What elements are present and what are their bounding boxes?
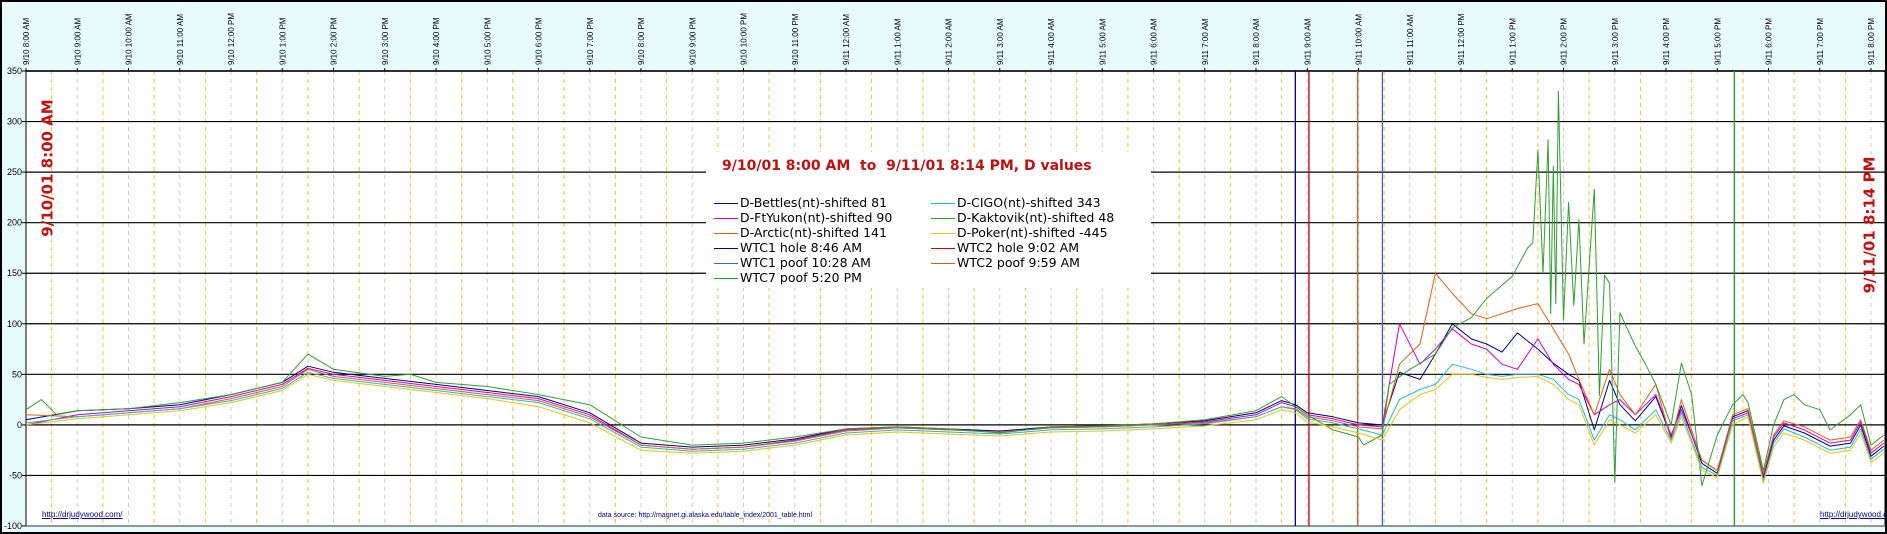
x-tick-label: 9/10 11:00 AM: [176, 14, 185, 65]
x-tick-label: 9/11 6:00 AM: [1150, 18, 1159, 65]
legend-label: D-Arctic(nt)-shifted 141: [740, 225, 887, 240]
y-tick-label: 100: [7, 319, 22, 329]
data-source-note: data source: http://magnet.gi.alaska.edu…: [598, 512, 813, 519]
website-link-left[interactable]: http://drjudywood.com/: [42, 510, 122, 519]
legend-label: D-Poker(nt)-shifted -445: [957, 225, 1108, 240]
x-tick-label: 9/10 5:00 PM: [483, 17, 492, 65]
x-tick-label: 9/11 1:00 PM: [1508, 18, 1517, 65]
legend-swatch: [714, 248, 738, 249]
website-link-right[interactable]: http://drjudywood.com/: [1820, 510, 1885, 519]
legend-item: WTC7 poof 5:20 PM: [714, 270, 862, 285]
legend-item: D-Bettles(nt)-shifted 81: [714, 195, 887, 210]
start-time-label: 9/10/01 8:00 AM: [38, 99, 57, 237]
x-tick-label: 9/11 1:00 AM: [893, 18, 902, 65]
legend-item: D-Poker(nt)-shifted -445: [931, 225, 1108, 240]
legend-label: WTC2 hole 9:02 AM: [957, 240, 1080, 255]
legend-item: D-Kaktovik(nt)-shifted 48: [931, 210, 1114, 225]
x-tick-label: 9/10 10:00 AM: [125, 13, 134, 65]
legend-label: WTC2 poof 9:59 AM: [957, 255, 1080, 270]
x-tick-label: 9/11 9:00 AM: [1303, 18, 1312, 65]
y-tick-label: 350: [7, 66, 22, 76]
x-tick-label: 9/10 12:00 PM: [227, 13, 236, 65]
y-tick-label: -50: [9, 470, 22, 480]
legend-item: D-FtYukon(nt)-shifted 90: [714, 210, 892, 225]
legend-label: WTC1 hole 8:46 AM: [740, 240, 863, 255]
legend-label: WTC7 poof 5:20 PM: [740, 270, 862, 285]
legend-swatch: [931, 233, 955, 234]
x-tick-label: 9/10 4:00 PM: [432, 17, 441, 65]
legend-label: WTC1 poof 10:28 AM: [740, 255, 871, 270]
x-tick-label: 9/10 1:00 PM: [278, 17, 287, 65]
legend-swatch: [931, 248, 955, 249]
x-tick-label: 9/11 2:00 AM: [945, 18, 954, 65]
y-tick-label: 0: [17, 420, 22, 430]
chart-frame: 350 300 250 200 150 100 50 0 -50 -100 9/10 8:00 AM…: [0, 0, 1887, 534]
x-tick-label: 9/10 9:00 PM: [688, 17, 697, 65]
x-tick-label: 9/11 11:00 AM: [1406, 14, 1415, 65]
x-tick-label: 9/11 12:00 PM: [1457, 13, 1466, 65]
x-tick-label: 9/10 9:00 AM: [73, 18, 82, 65]
legend-label: D-Kaktovik(nt)-shifted 48: [957, 210, 1115, 225]
y-tick-label: 150: [7, 268, 22, 278]
x-tick-label: 9/11 8:00 PM: [1867, 18, 1876, 65]
x-tick-label: 9/11 4:00 PM: [1662, 18, 1671, 65]
x-tick-label: 9/11 2:00 PM: [1560, 18, 1569, 65]
x-tick-label: 9/10 3:00 PM: [381, 17, 390, 65]
legend-label: D-CIGO(nt)-shifted 343: [957, 195, 1101, 210]
x-tick-label: 9/11 6:00 PM: [1765, 18, 1774, 65]
x-tick-label: 9/11 10:00 AM: [1355, 14, 1364, 65]
x-tick-label: 9/10 10:00 PM: [740, 13, 749, 65]
legend-item: WTC1 hole 8:46 AM: [714, 240, 862, 255]
x-tick-label: 9/11 8:00 AM: [1252, 18, 1261, 65]
x-tick-label: 9/11 12:00 AM: [842, 14, 851, 65]
legend-swatch: [714, 203, 738, 204]
legend: 9/10/01 8:00 AM to 9/11/01 8:14 PM, D va…: [706, 152, 1151, 288]
chart-title: 9/10/01 8:00 AM to 9/11/01 8:14 PM, D va…: [722, 158, 1092, 174]
legend-label: D-Bettles(nt)-shifted 81: [740, 195, 888, 210]
legend-swatch: [714, 233, 738, 234]
x-tick-label: 9/10 8:00 PM: [637, 17, 646, 65]
legend-item: WTC2 poof 9:59 AM: [931, 255, 1080, 270]
x-tick-label: 9/10 7:00 PM: [586, 17, 595, 65]
legend-swatch: [931, 203, 955, 204]
y-tick-label: 50: [12, 369, 22, 379]
y-tick-label: -100: [4, 521, 22, 531]
x-tick-label: 9/11 3:00 PM: [1611, 18, 1620, 65]
legend-label: D-FtYukon(nt)-shifted 90: [740, 210, 893, 225]
y-tick-label: 250: [7, 167, 22, 177]
x-tick-label: 9/11 4:00 AM: [1047, 18, 1056, 65]
legend-item: WTC2 hole 9:02 AM: [931, 240, 1079, 255]
legend-item: WTC1 poof 10:28 AM: [714, 255, 871, 270]
x-tick-label: 9/11 7:00 PM: [1816, 18, 1825, 65]
legend-swatch: [714, 218, 738, 219]
end-time-label: 9/11/01 8:14 PM: [1860, 156, 1879, 294]
x-tick-label: 9/10 6:00 PM: [535, 17, 544, 65]
x-tick-label: 9/11 5:00 AM: [1098, 18, 1107, 65]
legend-swatch: [931, 218, 955, 219]
y-tick-label: 300: [7, 117, 22, 127]
x-tick-label: 9/11 7:00 AM: [1201, 18, 1210, 65]
x-tick-label: 9/10 8:00 AM: [22, 18, 31, 65]
legend-item: D-CIGO(nt)-shifted 343: [931, 195, 1101, 210]
legend-swatch: [714, 263, 738, 264]
legend-item: D-Arctic(nt)-shifted 141: [714, 225, 887, 240]
legend-swatch: [931, 263, 955, 264]
x-tick-label: 9/10 11:00 PM: [791, 13, 800, 65]
y-tick-label: 200: [7, 218, 22, 228]
x-tick-label: 9/10 2:00 PM: [330, 17, 339, 65]
plot-area: [26, 71, 1885, 526]
x-tick-label: 9/11 3:00 AM: [996, 18, 1005, 65]
x-tick-label: 9/11 5:00 PM: [1713, 18, 1722, 65]
legend-swatch: [714, 278, 738, 279]
